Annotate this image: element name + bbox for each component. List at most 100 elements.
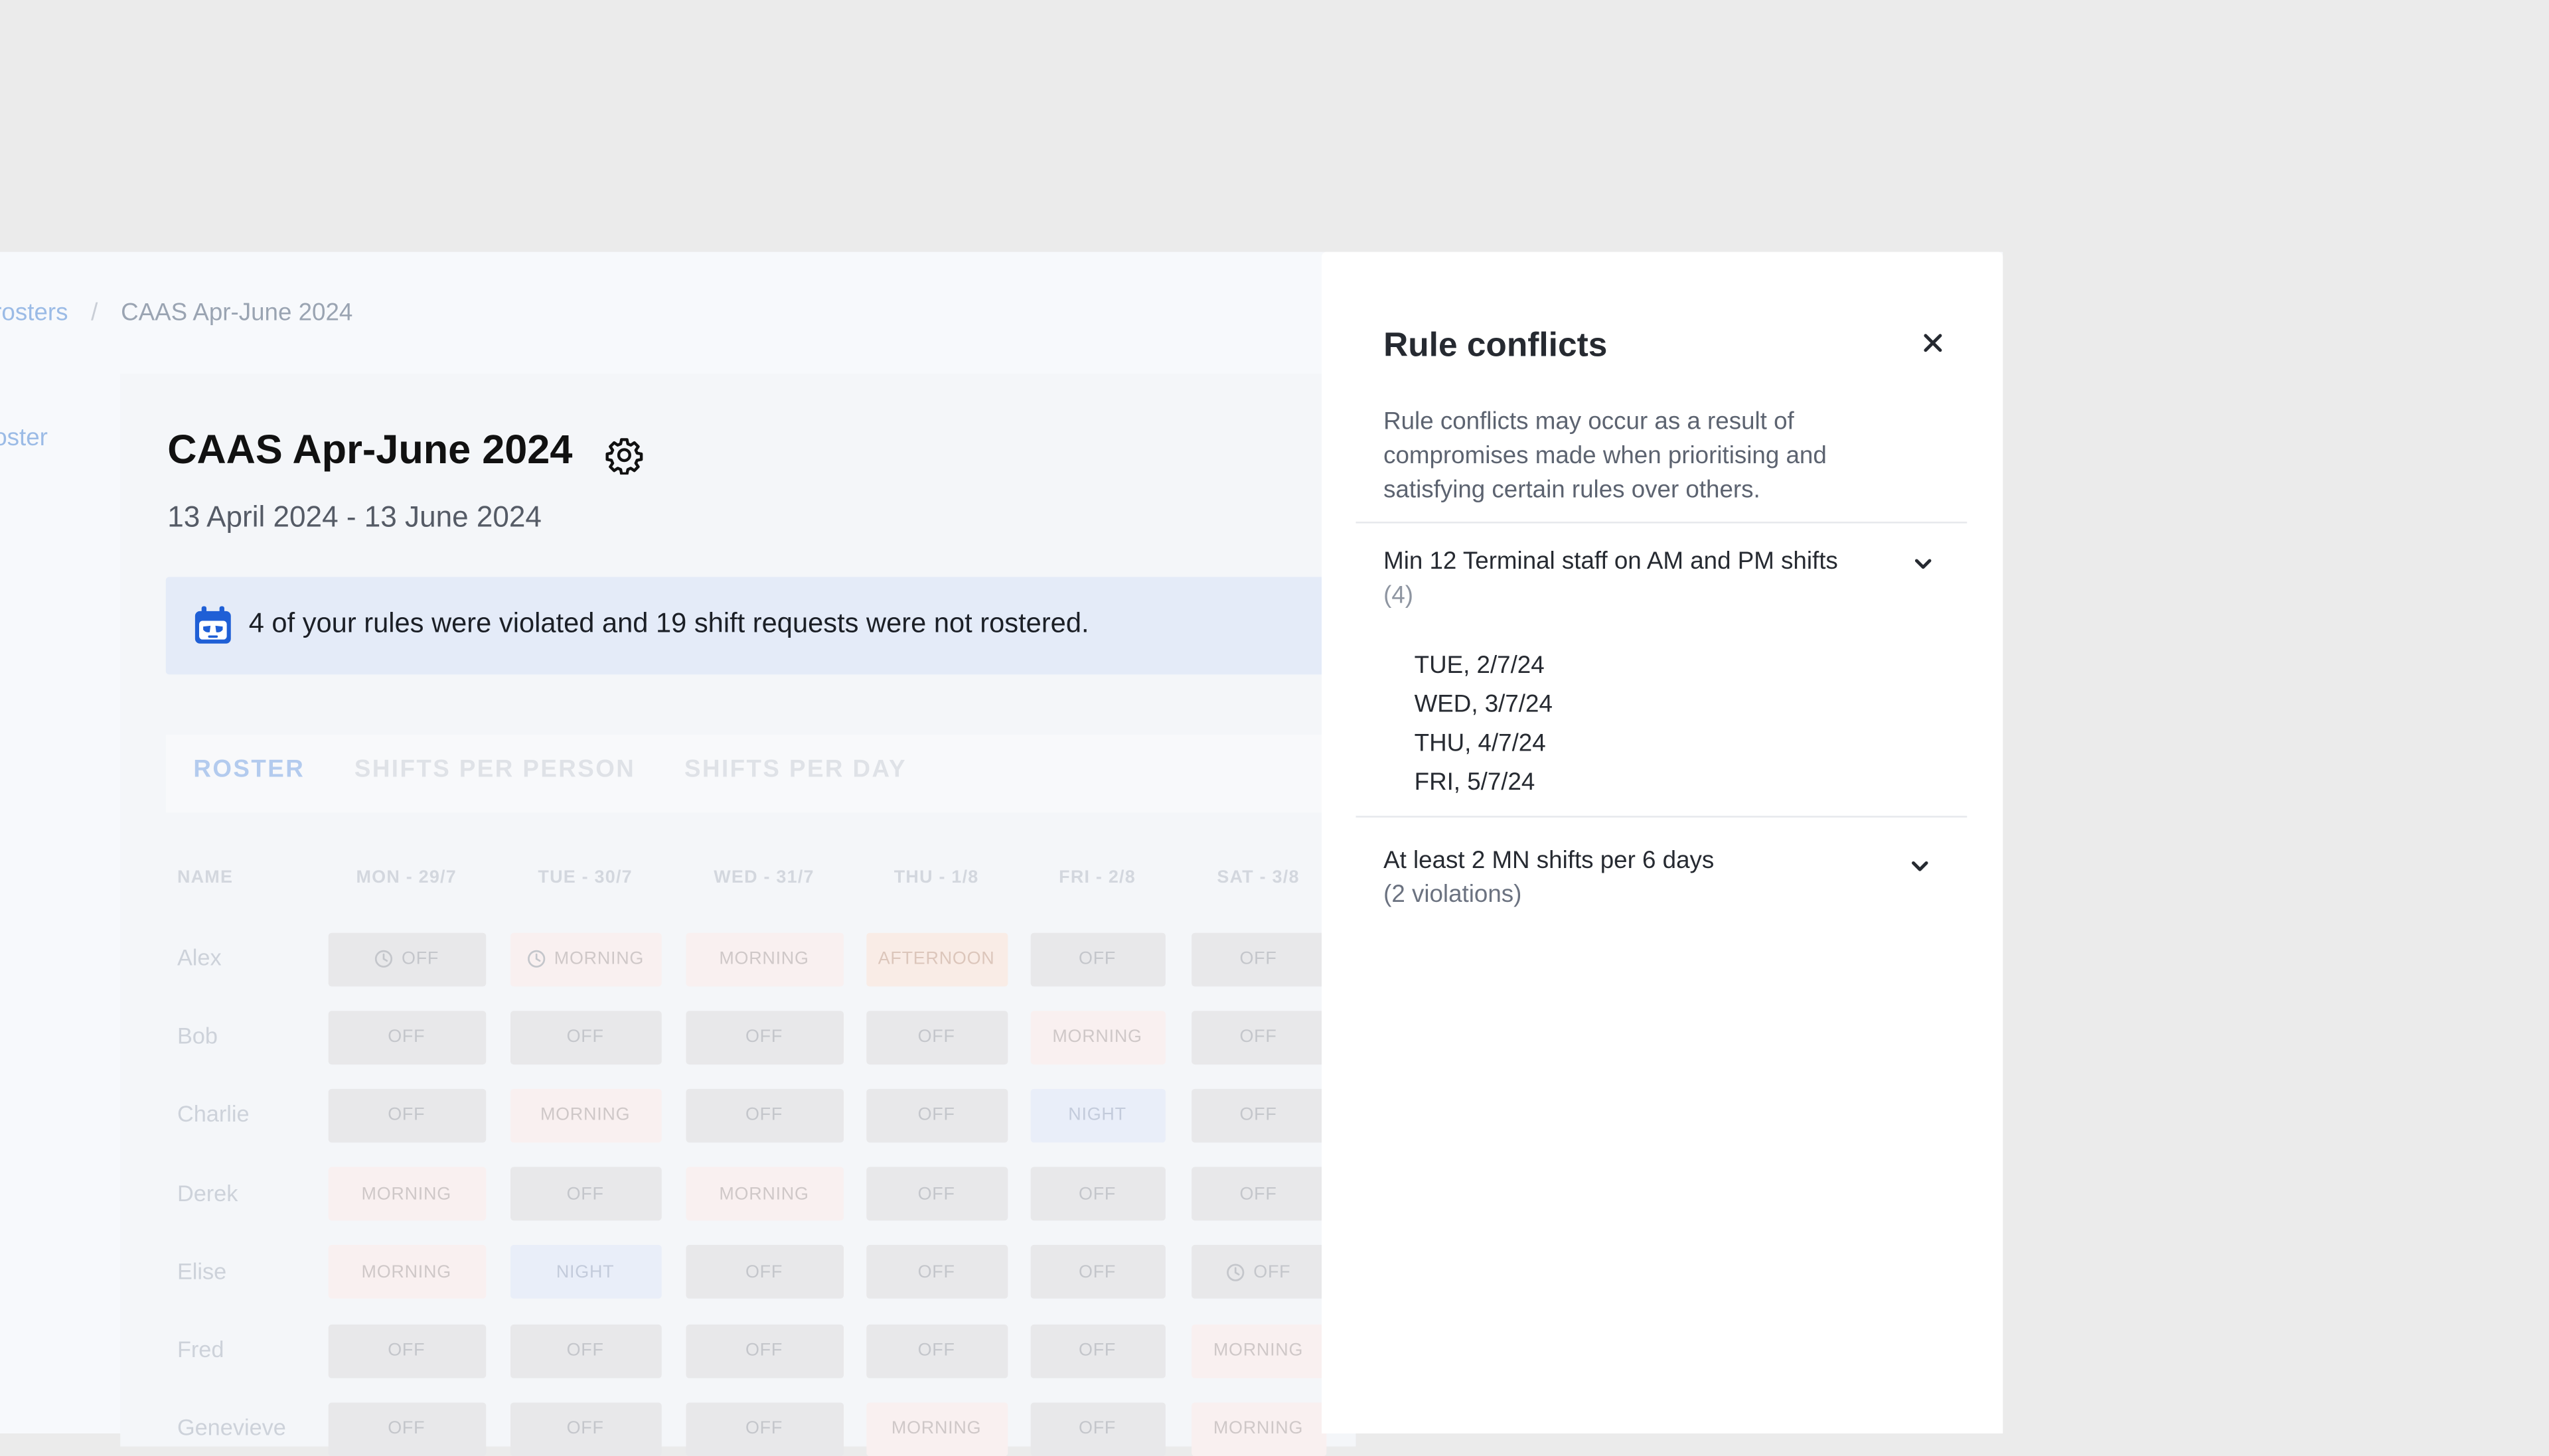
screen: rosters / CAAS Apr-June 2024 oster CAAS … <box>0 0 2549 1456</box>
shift-cell[interactable]: OFF <box>685 1245 843 1299</box>
shift-cell[interactable]: MORNING <box>866 1402 1008 1456</box>
column-header-day: SAT - 3/8 <box>1217 867 1300 888</box>
banner-message: 4 of your rules were violated and 19 shi… <box>248 607 1089 639</box>
shift-label: MORNING <box>1213 1419 1304 1439</box>
shift-label: OFF <box>1079 1184 1117 1204</box>
shift-cell[interactable]: OFF <box>509 1167 661 1221</box>
shift-cell[interactable]: OFF <box>1190 1088 1326 1143</box>
row-name: Elise <box>177 1258 227 1284</box>
violation-date: FRI, 5/7/24 <box>1414 768 1535 797</box>
conflict-count: (4) <box>1383 581 1414 610</box>
shift-label: OFF <box>402 949 439 969</box>
row-name: Genevieve <box>177 1414 286 1441</box>
close-icon[interactable] <box>1920 330 1946 356</box>
shift-cell[interactable]: MORNING <box>1190 1402 1326 1456</box>
shift-label: OFF <box>566 1184 604 1204</box>
shift-cell[interactable]: MORNING <box>327 1245 486 1299</box>
shift-cell[interactable]: OFF <box>327 932 486 986</box>
breadcrumb-rosters-link[interactable]: rosters <box>0 299 68 327</box>
shift-cell[interactable]: OFF <box>509 1323 661 1378</box>
shift-cell[interactable]: OFF <box>1190 932 1326 986</box>
column-header-day: MON - 29/7 <box>356 867 457 888</box>
breadcrumb-separator: / <box>91 299 98 327</box>
shift-label: OFF <box>1079 1419 1117 1439</box>
shift-cell[interactable]: OFF <box>1030 1323 1165 1378</box>
shift-cell[interactable]: OFF <box>1190 1010 1326 1064</box>
tab-roster[interactable]: ROSTER <box>193 756 305 784</box>
chevron-down-icon[interactable] <box>1908 855 1931 877</box>
shift-cell[interactable]: OFF <box>866 1088 1008 1143</box>
shift-cell[interactable]: MORNING <box>685 932 843 986</box>
divider <box>1355 522 1968 524</box>
shift-label: OFF <box>388 1106 425 1126</box>
breadcrumb: rosters / CAAS Apr-June 2024 <box>0 299 352 327</box>
shift-cell[interactable]: OFF <box>866 1323 1008 1378</box>
shift-label: MORNING <box>554 949 645 969</box>
shift-label: OFF <box>1239 1184 1277 1204</box>
shift-label: OFF <box>1239 1106 1277 1126</box>
chevron-down-icon[interactable] <box>1912 553 1934 575</box>
row-name: Derek <box>177 1179 238 1206</box>
shift-label: OFF <box>566 1027 604 1047</box>
shift-cell[interactable]: OFF <box>1190 1167 1326 1221</box>
shift-cell[interactable]: OFF <box>509 1010 661 1064</box>
tab-shifts-per-person[interactable]: SHIFTS PER PERSON <box>354 756 635 784</box>
shift-cell[interactable]: OFF <box>1190 1245 1326 1299</box>
shift-label: OFF <box>566 1419 604 1439</box>
shift-cell[interactable]: MORNING <box>685 1167 843 1221</box>
clock-icon <box>374 950 393 968</box>
row-name: Fred <box>177 1336 224 1362</box>
shift-label: OFF <box>566 1341 604 1360</box>
shift-cell[interactable]: OFF <box>327 1323 486 1378</box>
shift-cell[interactable]: OFF <box>685 1402 843 1456</box>
shift-cell[interactable]: MORNING <box>509 932 661 986</box>
tab-shifts-per-day[interactable]: SHIFTS PER DAY <box>684 756 907 784</box>
breadcrumb-current: CAAS Apr-June 2024 <box>121 299 353 327</box>
shift-cell[interactable]: OFF <box>327 1010 486 1064</box>
shift-label: OFF <box>745 1262 783 1282</box>
sidebar-item-roster[interactable]: oster <box>0 424 48 452</box>
shift-cell[interactable]: OFF <box>1030 1167 1165 1221</box>
shift-label: OFF <box>917 1341 955 1360</box>
shift-label: OFF <box>1239 949 1277 969</box>
shift-cell[interactable]: OFF <box>1030 1402 1165 1456</box>
clock-icon <box>527 950 545 968</box>
divider <box>1355 816 1968 818</box>
shift-cell[interactable]: NIGHT <box>509 1245 661 1299</box>
gear-icon[interactable] <box>605 435 644 475</box>
shift-label: OFF <box>1253 1262 1291 1282</box>
shift-cell[interactable]: OFF <box>866 1010 1008 1064</box>
shift-cell[interactable]: MORNING <box>1030 1010 1165 1064</box>
shift-label: NIGHT <box>556 1262 615 1282</box>
shift-cell[interactable]: MORNING <box>509 1088 661 1143</box>
conflict-title[interactable]: At least 2 MN shifts per 6 days <box>1383 847 1714 875</box>
shift-cell[interactable]: NIGHT <box>1030 1088 1165 1143</box>
shift-cell[interactable]: OFF <box>685 1010 843 1064</box>
shift-label: MORNING <box>1052 1027 1142 1047</box>
row-name: Alex <box>177 944 222 971</box>
shift-label: AFTERNOON <box>878 949 995 969</box>
shift-cell[interactable]: OFF <box>327 1402 486 1456</box>
shift-cell[interactable]: OFF <box>509 1402 661 1456</box>
column-header-day: THU - 1/8 <box>893 867 979 888</box>
shift-cell[interactable]: OFF <box>327 1088 486 1143</box>
shift-cell[interactable]: OFF <box>1030 1245 1165 1299</box>
shift-cell[interactable]: OFF <box>1030 932 1165 986</box>
shift-cell[interactable]: OFF <box>685 1088 843 1143</box>
row-name: Charlie <box>177 1100 250 1128</box>
calendar-robot-icon <box>194 606 231 644</box>
shift-label: OFF <box>1079 949 1117 969</box>
shift-cell[interactable]: MORNING <box>327 1167 486 1221</box>
shift-cell[interactable]: OFF <box>685 1323 843 1378</box>
shift-cell[interactable]: OFF <box>866 1167 1008 1221</box>
column-header-name: NAME <box>177 867 234 888</box>
shift-label: MORNING <box>361 1184 451 1204</box>
shift-label: OFF <box>1079 1341 1117 1360</box>
shift-cell[interactable]: MORNING <box>1190 1323 1326 1378</box>
page-title: CAAS Apr-June 2024 <box>167 427 573 473</box>
shift-label: OFF <box>388 1341 425 1360</box>
shift-cell[interactable]: AFTERNOON <box>866 932 1008 986</box>
conflict-title[interactable]: Min 12 Terminal staff on AM and PM shift… <box>1383 547 1838 575</box>
shift-label: OFF <box>745 1341 783 1360</box>
shift-cell[interactable]: OFF <box>866 1245 1008 1299</box>
